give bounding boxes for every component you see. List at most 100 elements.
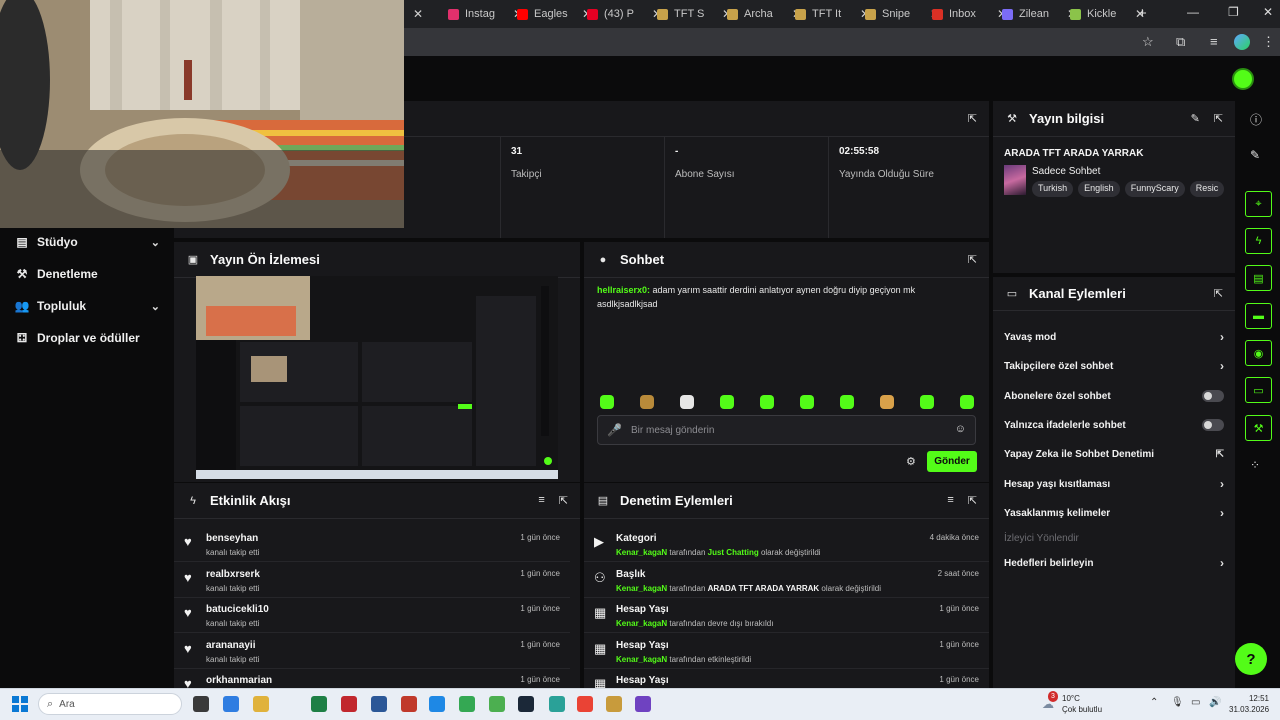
chat-input[interactable]: 🎤 Bir mesaj gönderin ☺ [597,415,976,445]
monitor-tool-icon[interactable]: ▭ [1245,377,1272,403]
sidebar-item-drops[interactable]: ⚃ Droplar ve ödüller [14,328,160,348]
volume-tray-icon[interactable]: 🔊 [1209,697,1221,708]
mod-actor[interactable]: Kenar_kagaN [616,655,667,664]
chat-emote[interactable] [760,395,774,409]
chat-emote[interactable] [880,395,894,409]
popout-icon[interactable]: ⇱ [1214,112,1223,125]
scan-tool-icon[interactable]: ⌖ [1245,191,1272,217]
chat-emote[interactable] [640,395,654,409]
taskbar-app-icon[interactable] [371,696,387,712]
browser-tab[interactable]: Kickle ✕ [1070,4,1145,24]
popout-icon[interactable]: ⇱ [968,253,977,266]
taskbar-app-icon[interactable] [253,696,269,712]
popout-icon[interactable]: ⇱ [968,112,977,125]
channel-action-chevron[interactable]: Hesap yaşı kısıtlaması › [1004,475,1224,493]
document-tool-icon[interactable]: ▤ [1245,265,1272,291]
apps-icon[interactable]: ⁘ [1250,458,1260,472]
maximize-button[interactable]: ❐ [1228,5,1239,19]
media-controls-icon[interactable]: ≡ [1210,34,1218,49]
channel-action-external[interactable]: Yapay Zeka ile Sohbet Denetimi ⇱ [1004,445,1224,463]
channel-action-chevron[interactable]: Takipçilere özel sohbet › [1004,357,1224,375]
sidebar-item-studio[interactable]: ▤ Stüdyo ⌄ [14,232,160,252]
browser-tab[interactable]: (43) P✕ [587,4,662,24]
browser-tab[interactable]: Archa✕ [727,4,802,24]
chat-emote[interactable] [920,395,934,409]
mod-actor[interactable]: Kenar_kagaN [616,619,667,628]
mod-actor[interactable]: Kenar_kagaN [616,584,667,593]
taskbar-app-icon[interactable] [311,696,327,712]
browser-tab[interactable]: Snipe✕ [865,4,940,24]
chat-emote[interactable] [800,395,814,409]
browser-tab[interactable]: Instag✕ [448,4,523,24]
browser-menu-icon[interactable]: ⋮ [1262,34,1275,50]
weather-widget[interactable]: 3 ☁ 10°C Çok bulutlu [1042,691,1102,715]
taskbar-clock[interactable]: 12:51 31.03.2026 [1229,693,1269,715]
chat-emote[interactable] [680,395,694,409]
stream-tag[interactable]: Resic [1189,181,1224,197]
toggle-switch[interactable] [1202,419,1224,431]
taskbar-app-icon[interactable] [549,696,565,712]
windows-start-icon[interactable] [12,696,28,712]
taskbar-app-icon[interactable] [518,696,534,712]
browser-tab[interactable]: Inbox✕ [932,4,1007,24]
taskbar-app-icon[interactable] [429,696,445,712]
close-window-button[interactable]: ✕ [1263,5,1273,19]
taskbar-app-icon[interactable] [193,696,209,712]
browser-tab[interactable]: TFT S✕ [657,4,732,24]
bookmark-star-icon[interactable]: ☆ [1142,34,1154,50]
taskbar-search[interactable]: ⌕ Ara [38,693,182,715]
sidebar-item-community[interactable]: 👥 Topluluk ⌄ [14,296,160,316]
extensions-icon[interactable]: ⧉ [1176,34,1185,50]
activity-username[interactable]: arananayii [206,640,255,651]
activity-username[interactable]: orkhanmarian [206,675,272,686]
taskbar-app-icon[interactable] [401,696,417,712]
taskbar-app-icon[interactable] [489,696,505,712]
broadcast-tool-icon[interactable]: ◉ [1245,340,1272,366]
send-button[interactable]: Gönder [927,451,977,472]
edit-pencil-icon[interactable]: ✎ [1250,148,1260,162]
help-chat-icon[interactable]: ? [1235,643,1267,675]
channel-action-chevron[interactable]: Yasaklanmış kelimeler › [1004,504,1224,522]
sidebar-item-moderation[interactable]: ⚒ Denetleme [14,264,160,284]
stream-preview-video[interactable] [196,276,558,479]
channel-action-chevron[interactable]: Yavaş mod › [1004,328,1224,346]
minimize-button[interactable]: — [1187,5,1199,19]
edit-pencil-icon[interactable]: ✎ [1191,112,1200,125]
channel-action-toggle[interactable]: Yalnızca ifadelerle sohbet [1004,416,1224,434]
channel-action-chevron[interactable]: Hedefleri belirleyin › [1004,554,1224,572]
filter-icon[interactable]: ≡ [947,494,953,507]
chat-emote[interactable] [600,395,614,409]
tab-close-icon[interactable]: ✕ [413,7,423,21]
lightning-tool-icon[interactable]: ϟ [1245,228,1272,254]
chat-tool-icon[interactable]: ▬ [1245,303,1272,329]
wrench-tool-icon[interactable]: ⚒ [1245,415,1272,441]
taskbar-app-icon[interactable] [606,696,622,712]
microphone-tray-icon[interactable]: 🎙 [1171,697,1184,708]
browser-tab[interactable]: TFT It✕ [795,4,870,24]
browser-tab[interactable]: ✕ [407,4,423,24]
channel-action-toggle[interactable]: Abonelere özel sohbet [1004,387,1224,405]
tray-expand-icon[interactable]: ⌃ [1150,697,1158,708]
emoji-picker-icon[interactable]: ☺ [955,423,966,435]
chat-emote[interactable] [840,395,854,409]
chat-username[interactable]: hellraiserx0: [597,285,650,295]
microphone-icon[interactable]: 🎤 [607,423,622,437]
stream-tag[interactable]: Turkish [1032,181,1074,197]
activity-username[interactable]: benseyhan [206,533,258,544]
new-tab-button[interactable]: + [1138,5,1147,22]
browser-profile-avatar[interactable] [1234,34,1250,50]
display-tray-icon[interactable]: ▭ [1191,697,1200,708]
info-icon[interactable]: ⓘ [1250,111,1262,128]
chat-emote[interactable] [960,395,974,409]
popout-icon[interactable]: ⇱ [559,494,568,507]
toggle-switch[interactable] [1202,390,1224,402]
mod-actor[interactable]: Kenar_kagaN [616,548,667,557]
taskbar-app-icon[interactable] [223,696,239,712]
taskbar-app-icon[interactable] [459,696,475,712]
user-avatar[interactable] [1232,68,1254,90]
browser-tab[interactable]: Eagles✕ [517,4,592,24]
taskbar-app-icon[interactable] [341,696,357,712]
filter-icon[interactable]: ≡ [538,494,544,507]
activity-username[interactable]: realbxrserk [206,569,260,580]
stream-tag[interactable]: FunnyScary [1124,181,1185,197]
